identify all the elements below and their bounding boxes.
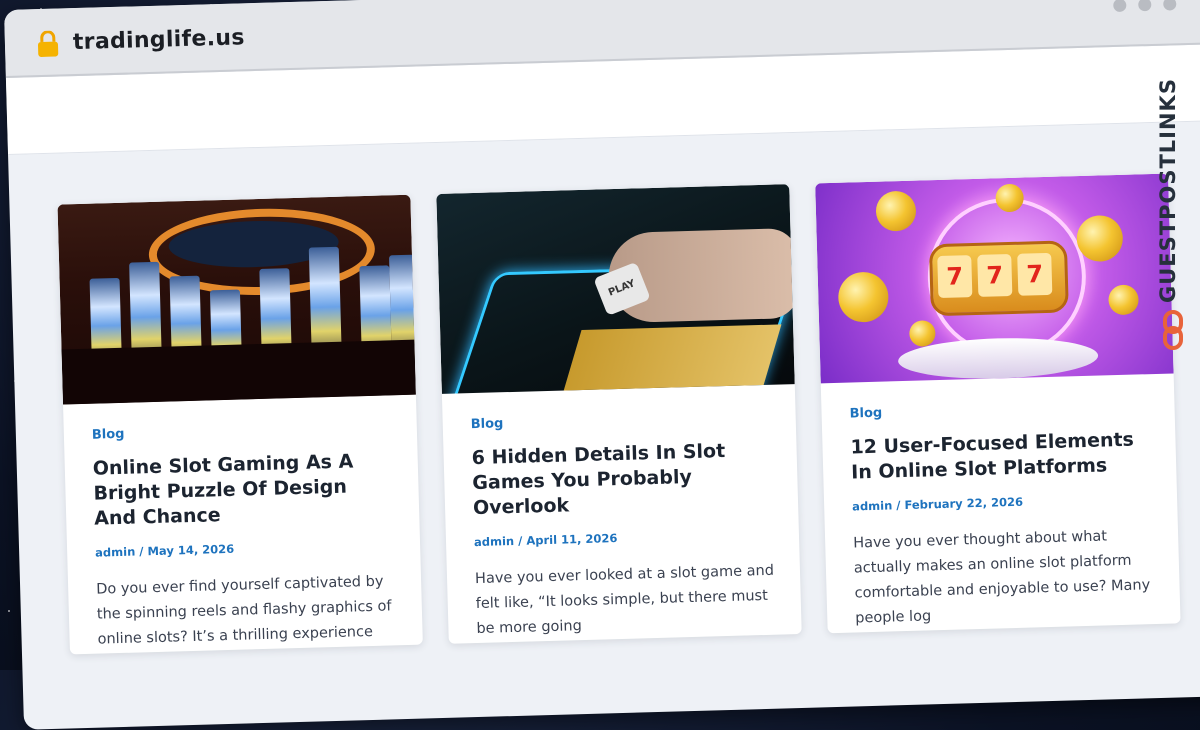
post-title[interactable]: Online Slot Gaming As A Bright Puzzle Of…: [93, 448, 394, 531]
browser-window: tradinglife.us Blog Online Slot Gaming A…: [4, 0, 1200, 730]
post-title[interactable]: 12 User-Focused Elements In Online Slot …: [850, 427, 1150, 485]
post-excerpt: Have you ever thought about what actuall…: [853, 528, 1151, 627]
post-category[interactable]: Blog: [849, 398, 1148, 422]
post-date[interactable]: April 11, 2026: [526, 531, 617, 548]
window-controls: [1113, 0, 1177, 13]
post-meta: admin / February 22, 2026: [851, 494, 1024, 514]
window-dot-icon[interactable]: [1163, 0, 1177, 11]
post-title[interactable]: 6 Hidden Details In Slot Games You Proba…: [471, 438, 772, 521]
post-category[interactable]: Blog: [92, 419, 391, 443]
watermark-text: GUESTPOSTLINKS: [1156, 78, 1180, 303]
watermark: GUESTPOSTLINKS: [1154, 58, 1194, 358]
post-author[interactable]: admin: [474, 534, 514, 549]
post-meta: admin / April 11, 2026: [473, 531, 618, 550]
lock-icon: [37, 30, 59, 57]
post-date[interactable]: May 14, 2026: [147, 542, 234, 558]
post-card[interactable]: 777 Blog 12 User-Focused Elements In Onl…: [815, 173, 1181, 634]
post-thumbnail-casino[interactable]: [57, 194, 416, 405]
post-author[interactable]: admin: [852, 498, 892, 513]
post-date[interactable]: February 22, 2026: [904, 495, 1023, 512]
post-grid: Blog Online Slot Gaming As A Bright Puzz…: [57, 173, 1181, 655]
link-chain-icon: [1163, 310, 1183, 350]
post-excerpt: Have you ever looked at a slot game and …: [474, 562, 775, 638]
address-bar-url[interactable]: tradinglife.us: [73, 25, 245, 55]
post-author[interactable]: admin: [95, 545, 135, 560]
post-thumbnail-777-slot[interactable]: 777: [815, 173, 1174, 384]
slot-reels-icon: 777: [937, 252, 1053, 299]
post-thumbnail-play-button[interactable]: PLAY: [436, 184, 795, 394]
post-excerpt: Do you ever find yourself captivated by …: [95, 573, 392, 648]
window-dot-icon[interactable]: [1138, 0, 1152, 12]
window-dot-icon[interactable]: [1113, 0, 1127, 13]
post-category[interactable]: Blog: [471, 409, 770, 432]
post-card[interactable]: PLAY Blog 6 Hidden Details In Slot Games…: [436, 184, 802, 644]
post-meta: admin / May 14, 2026: [94, 541, 235, 560]
post-card[interactable]: Blog Online Slot Gaming As A Bright Puzz…: [57, 194, 423, 655]
